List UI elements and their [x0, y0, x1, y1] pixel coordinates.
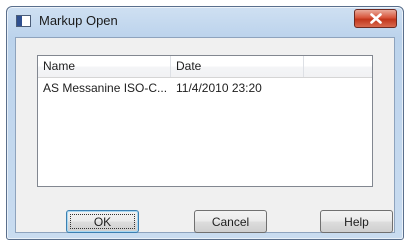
dialog-body: Name Date AS Messanine ISO-C... 11/4/201…: [15, 37, 395, 233]
help-button-label: Help: [344, 214, 369, 229]
help-button[interactable]: Help: [320, 210, 393, 233]
ok-button[interactable]: OK: [66, 210, 139, 233]
markup-open-dialog: Markup Open Name Date AS Messanine ISO-C…: [6, 6, 404, 240]
column-header-name[interactable]: Name: [38, 56, 171, 77]
title-bar[interactable]: Markup Open: [7, 7, 403, 37]
close-icon: [369, 13, 382, 24]
column-header-blank[interactable]: [304, 56, 372, 77]
window-icon: [16, 15, 31, 27]
list-item-name: AS Messanine ISO-C...: [43, 81, 168, 95]
list-header: Name Date: [38, 56, 372, 78]
ok-button-label: OK: [93, 214, 112, 229]
markup-list[interactable]: Name Date AS Messanine ISO-C... 11/4/201…: [37, 55, 373, 187]
dialog-title: Markup Open: [39, 13, 118, 28]
close-button[interactable]: [354, 9, 397, 28]
column-header-date[interactable]: Date: [171, 56, 304, 77]
list-item[interactable]: AS Messanine ISO-C... 11/4/2010 23:20: [38, 78, 304, 98]
cancel-button[interactable]: Cancel: [194, 210, 267, 233]
cancel-button-label: Cancel: [211, 214, 250, 229]
list-item-date: 11/4/2010 23:20: [176, 81, 262, 95]
